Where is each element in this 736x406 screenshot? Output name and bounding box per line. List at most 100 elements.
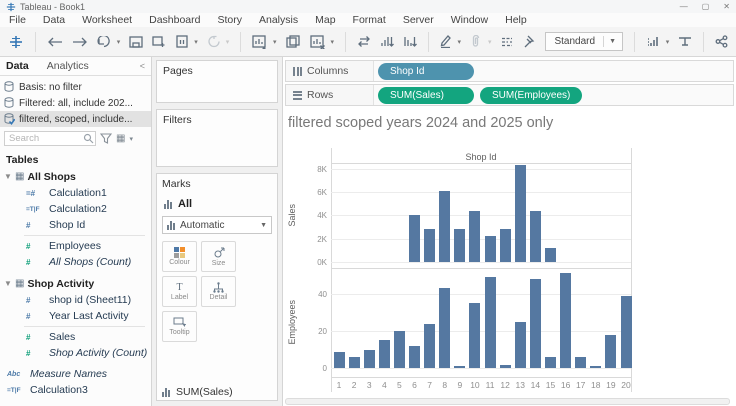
group-caret-icon[interactable]: ▾: [488, 38, 492, 46]
menu-item-data[interactable]: Data: [43, 14, 65, 26]
field-item[interactable]: # Year Last Activity: [0, 308, 151, 324]
fit-selector[interactable]: Standard ▼: [545, 32, 624, 51]
measure-pill[interactable]: SUM(Sales): [378, 86, 474, 104]
bar-sales-9[interactable]: [454, 229, 466, 262]
label-button[interactable]: T Label: [162, 276, 197, 307]
new-data-source-button[interactable]: [152, 33, 166, 51]
expand-chevron-icon[interactable]: ▼: [4, 279, 12, 288]
field-item[interactable]: # shop id (Sheet11): [0, 292, 151, 308]
menu-item-server[interactable]: Server: [403, 14, 434, 26]
menu-item-help[interactable]: Help: [505, 14, 527, 26]
close-button[interactable]: ✕: [723, 2, 730, 11]
field-item[interactable]: # Shop Activity (Count): [0, 345, 151, 361]
bar-sales-11[interactable]: [484, 236, 496, 262]
new-view-button[interactable]: [252, 33, 268, 51]
new-view-caret-icon[interactable]: ▾: [273, 38, 277, 46]
datasource-item[interactable]: Basis: no filter: [0, 79, 151, 95]
refresh-caret-icon[interactable]: ▾: [226, 38, 230, 46]
menu-item-window[interactable]: Window: [451, 14, 488, 26]
bar-sales-10[interactable]: [469, 210, 481, 262]
marks-all-tab[interactable]: All: [164, 198, 272, 210]
sort-descending-button[interactable]: [403, 33, 417, 51]
menu-item-worksheet[interactable]: Worksheet: [82, 14, 132, 26]
minimize-button[interactable]: —: [680, 2, 688, 11]
menu-item-format[interactable]: Format: [353, 14, 386, 26]
highlight-caret-icon[interactable]: ▾: [457, 38, 461, 46]
fix-axes-button[interactable]: [523, 33, 536, 51]
rows-shelf[interactable]: Rows SUM(Sales) SUM(Employees): [285, 84, 734, 106]
dimension-pill[interactable]: Shop Id: [378, 62, 474, 80]
sort-ascending-button[interactable]: [380, 33, 394, 51]
share-button[interactable]: [715, 33, 728, 51]
bar-employees-16[interactable]: [560, 273, 572, 369]
table-group-shop-activity[interactable]: ▼ ▦ Shop Activity: [0, 275, 151, 292]
collapse-pane-icon[interactable]: <: [140, 61, 145, 71]
bar-employees-14[interactable]: [529, 279, 541, 369]
new-worksheet-caret-icon[interactable]: ▾: [194, 38, 198, 46]
filter-fields-icon[interactable]: [100, 133, 112, 144]
presentation-mode-button[interactable]: [678, 33, 692, 51]
tab-analytics[interactable]: Analytics: [47, 60, 89, 72]
tableau-home-icon[interactable]: [8, 33, 24, 51]
datasource-item[interactable]: filtered, scoped, include...: [0, 111, 151, 127]
bar-employees-12[interactable]: [499, 364, 511, 369]
detail-button[interactable]: Detail: [201, 276, 236, 307]
bar-employees-1[interactable]: [333, 351, 345, 369]
duplicate-sheet-button[interactable]: [285, 33, 301, 51]
field-item[interactable]: # All Shops (Count): [0, 254, 151, 270]
size-button[interactable]: Size: [201, 241, 236, 272]
show-hide-cards-caret-icon[interactable]: ▾: [666, 38, 670, 46]
bar-sales-12[interactable]: [499, 229, 511, 262]
menu-item-dashboard[interactable]: Dashboard: [149, 14, 200, 26]
bar-sales-13[interactable]: [514, 165, 526, 262]
tooltip-button[interactable]: Tooltip: [162, 311, 197, 342]
menu-item-story[interactable]: Story: [217, 14, 242, 26]
highlight-button[interactable]: [439, 33, 452, 51]
field-item[interactable]: =T|F Calculation3: [0, 382, 151, 398]
datasource-item[interactable]: Filtered: all, include 202...: [0, 95, 151, 111]
view-options-icon[interactable]: ▦: [116, 133, 125, 144]
swap-rows-columns-button[interactable]: [357, 33, 371, 51]
field-item[interactable]: =# Calculation1: [0, 185, 151, 201]
group-members-button[interactable]: [470, 33, 483, 51]
bar-employees-13[interactable]: [514, 321, 526, 369]
table-group-all-shops[interactable]: ▼ ▦ All Shops: [0, 168, 151, 185]
field-item[interactable]: =T|F Calculation2: [0, 201, 151, 217]
colour-button[interactable]: Colour: [162, 241, 197, 272]
field-item[interactable]: Abc Measure Names: [0, 366, 151, 382]
show-hide-cards-button[interactable]: [646, 33, 661, 51]
horizontal-scrollbar[interactable]: [285, 398, 730, 405]
bar-employees-9[interactable]: [454, 366, 466, 369]
measure-pill[interactable]: SUM(Employees): [480, 86, 583, 104]
bar-sales-8[interactable]: [439, 190, 451, 262]
bar-employees-5[interactable]: [393, 331, 405, 369]
menu-item-file[interactable]: File: [9, 14, 26, 26]
view-options-caret-icon[interactable]: ▾: [129, 135, 133, 143]
bar-employees-15[interactable]: [544, 357, 556, 369]
redo-button[interactable]: [72, 33, 88, 51]
bar-employees-20[interactable]: [620, 295, 632, 369]
menu-item-map[interactable]: Map: [315, 14, 335, 26]
show-mark-labels-button[interactable]: [500, 33, 514, 51]
bar-sales-6[interactable]: [409, 215, 421, 262]
clear-sheet-caret-icon[interactable]: ▾: [331, 38, 335, 46]
field-item[interactable]: # Sales: [0, 329, 151, 345]
bar-employees-8[interactable]: [439, 288, 451, 369]
columns-shelf[interactable]: Columns Shop Id: [285, 60, 734, 82]
replay-caret-icon[interactable]: ▾: [117, 38, 121, 46]
menu-item-analysis[interactable]: Analysis: [259, 14, 298, 26]
undo-button[interactable]: [47, 33, 63, 51]
bar-employees-10[interactable]: [469, 303, 481, 369]
filters-shelf[interactable]: Filters: [156, 109, 278, 167]
bar-sales-14[interactable]: [529, 210, 541, 262]
mark-type-dropdown[interactable]: Automatic ▼: [162, 216, 272, 234]
bar-employees-3[interactable]: [363, 349, 375, 369]
pages-shelf[interactable]: Pages: [156, 60, 278, 103]
bar-employees-11[interactable]: [484, 277, 496, 369]
bar-employees-18[interactable]: [590, 366, 602, 369]
bar-employees-6[interactable]: [409, 345, 421, 369]
tab-data[interactable]: Data: [6, 60, 29, 72]
bar-sales-7[interactable]: [424, 229, 436, 262]
bar-employees-2[interactable]: [348, 357, 360, 369]
bar-employees-4[interactable]: [378, 340, 390, 369]
